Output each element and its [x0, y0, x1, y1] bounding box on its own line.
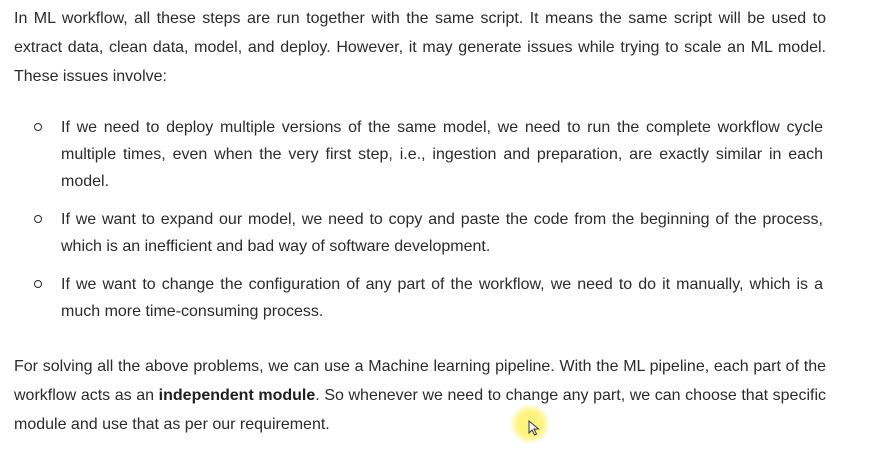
cursor-highlight — [510, 404, 550, 444]
hollow-circle-bullet-icon — [34, 123, 42, 131]
list-item-text: If we need to deploy multiple versions o… — [61, 119, 823, 190]
list-item: If we need to deploy multiple versions o… — [0, 114, 823, 195]
list-item-text: If we want to expand our model, we need … — [61, 211, 823, 255]
list-item: If we want to change the configuration o… — [0, 271, 823, 325]
list-item: If we want to expand our model, we need … — [0, 206, 823, 260]
issues-list: If we need to deploy multiple versions o… — [0, 114, 871, 336]
conclusion-paragraph: For solving all the above problems, we c… — [14, 352, 826, 439]
intro-paragraph: In ML workflow, all these steps are run … — [14, 10, 826, 85]
hollow-circle-bullet-icon — [34, 215, 42, 223]
independent-module-emphasis: independent module — [158, 387, 316, 404]
mouse-pointer-icon — [528, 420, 540, 436]
list-item-text: If we want to change the configuration o… — [61, 276, 823, 320]
article-page: In ML workflow, all these steps are run … — [0, 0, 871, 467]
hollow-circle-bullet-icon — [34, 280, 42, 288]
